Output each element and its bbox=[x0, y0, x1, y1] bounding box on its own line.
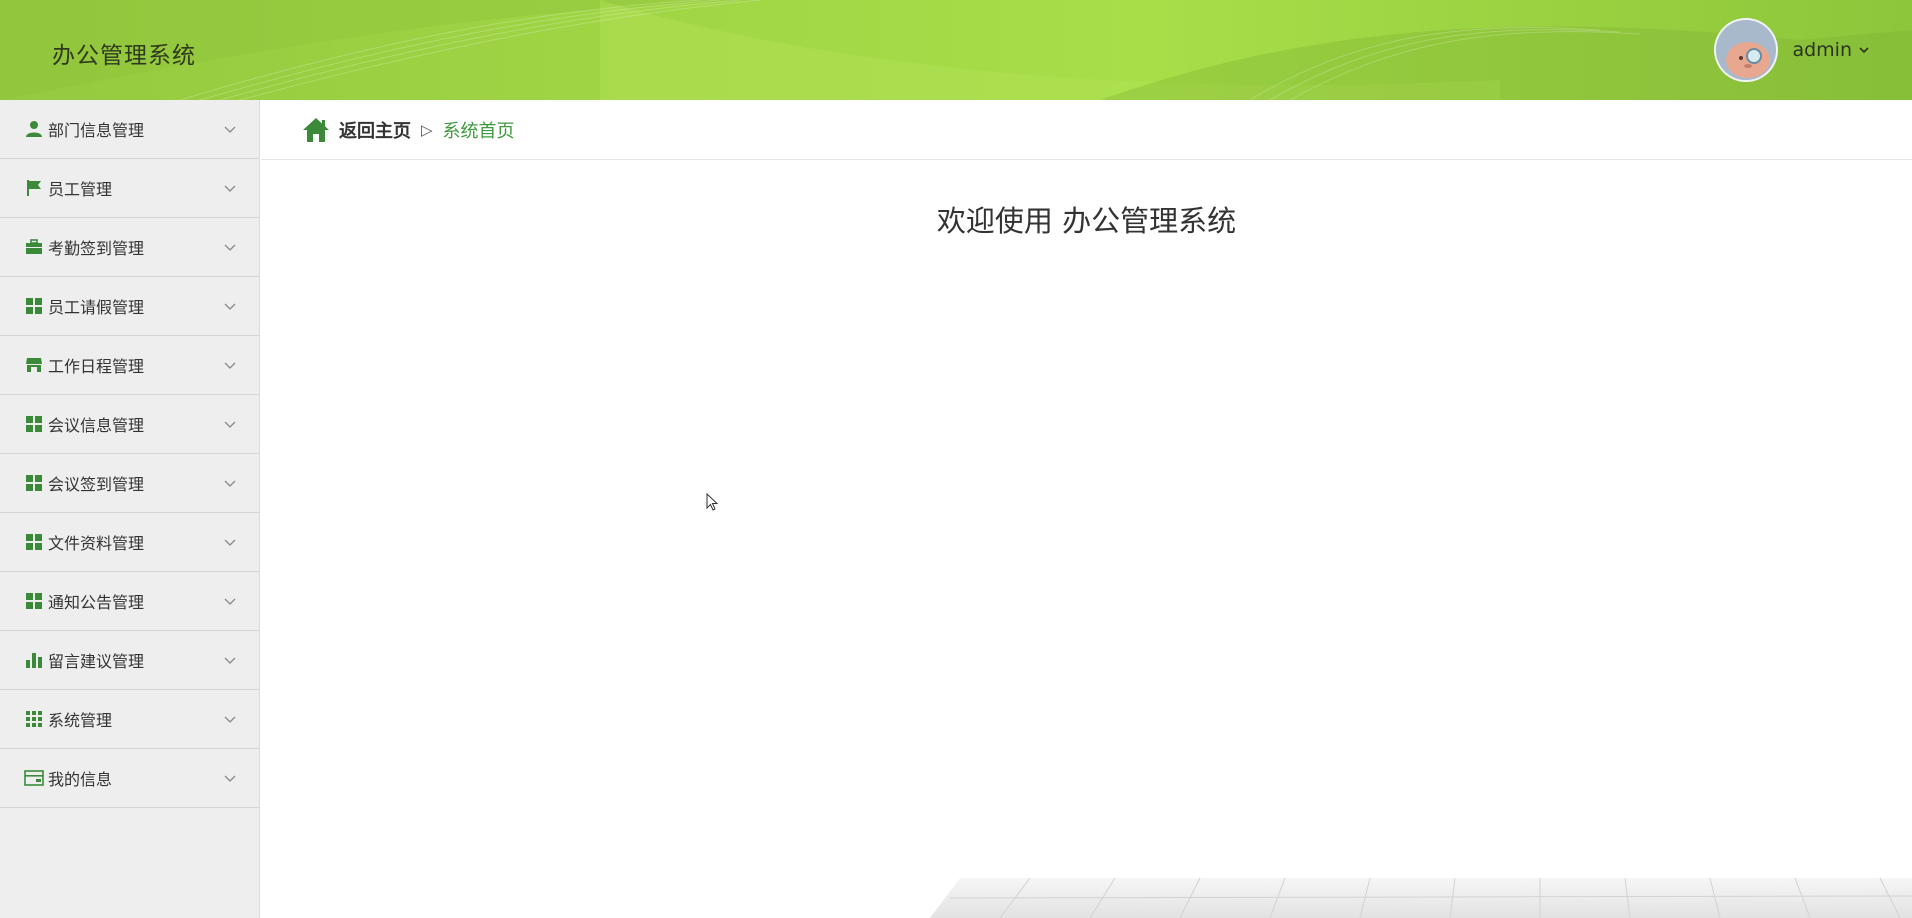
chevron-down-icon bbox=[224, 657, 236, 664]
mouse-cursor-icon bbox=[706, 493, 719, 511]
user-icon bbox=[24, 119, 44, 139]
sidebar-item-label: 我的信息 bbox=[48, 770, 113, 789]
chevron-down-icon bbox=[224, 185, 236, 192]
chevron-down-icon bbox=[224, 539, 236, 546]
sidebar-item-label: 员工请假管理 bbox=[48, 298, 145, 317]
apps-icon bbox=[24, 709, 44, 729]
breadcrumb-separator: ▷ bbox=[421, 120, 433, 139]
sidebar-item-label: 文件资料管理 bbox=[48, 534, 145, 553]
briefcase-icon bbox=[24, 237, 44, 257]
sidebar-item-my-info[interactable]: 我的信息 bbox=[0, 749, 259, 808]
welcome-heading: 欢迎使用 办公管理系统 bbox=[936, 204, 1237, 238]
grid-icon bbox=[24, 296, 44, 316]
chevron-down-icon bbox=[224, 303, 236, 310]
sidebar-menu: 部门信息管理 员工管理 考勤签到管理 员工请假管理 工作日程管理 会议信息管理 … bbox=[0, 100, 260, 918]
card-icon bbox=[24, 768, 44, 788]
chevron-down-icon bbox=[224, 775, 236, 782]
grid-icon bbox=[24, 414, 44, 434]
sidebar-item-feedback[interactable]: 留言建议管理 bbox=[0, 631, 259, 690]
sidebar-item-label: 会议信息管理 bbox=[48, 416, 145, 435]
chevron-down-icon bbox=[224, 480, 236, 487]
sidebar-item-label: 系统管理 bbox=[48, 711, 113, 730]
chevron-down-icon bbox=[224, 421, 236, 428]
username-dropdown[interactable]: admin bbox=[1792, 39, 1870, 61]
sidebar-item-attendance[interactable]: 考勤签到管理 bbox=[0, 218, 259, 277]
bar-chart-icon bbox=[24, 650, 44, 670]
shop-icon bbox=[24, 355, 44, 375]
sidebar-item-label: 工作日程管理 bbox=[48, 357, 145, 376]
home-icon[interactable] bbox=[301, 116, 331, 144]
sidebar-item-employee[interactable]: 员工管理 bbox=[0, 159, 259, 218]
sidebar-item-label: 会议签到管理 bbox=[48, 475, 145, 494]
sidebar-item-label: 留言建议管理 bbox=[48, 652, 145, 671]
decorative-floor-pattern bbox=[920, 878, 1912, 918]
sidebar-item-department[interactable]: 部门信息管理 bbox=[0, 100, 259, 159]
grid-icon bbox=[24, 591, 44, 611]
username-label: admin bbox=[1792, 39, 1852, 61]
sidebar-item-files[interactable]: 文件资料管理 bbox=[0, 513, 259, 572]
chevron-down-icon bbox=[224, 244, 236, 251]
avatar[interactable] bbox=[1714, 18, 1779, 82]
flag-icon bbox=[24, 178, 44, 198]
sidebar-item-system[interactable]: 系统管理 bbox=[0, 690, 259, 749]
sidebar-item-notices[interactable]: 通知公告管理 bbox=[0, 572, 259, 631]
sidebar-item-schedule[interactable]: 工作日程管理 bbox=[0, 336, 259, 395]
header-wave-background bbox=[0, 0, 1912, 100]
sidebar-item-label: 考勤签到管理 bbox=[48, 239, 145, 258]
grid-icon bbox=[24, 473, 44, 493]
user-menu[interactable]: admin bbox=[1714, 16, 1870, 84]
chevron-down-icon bbox=[1859, 47, 1869, 54]
chevron-down-icon bbox=[224, 126, 236, 133]
app-title: 办公管理系统 bbox=[52, 43, 196, 69]
breadcrumb: 返回主页 ▷ 系统首页 bbox=[261, 100, 1912, 160]
sidebar-item-label: 部门信息管理 bbox=[48, 121, 145, 140]
sidebar-item-meeting-info[interactable]: 会议信息管理 bbox=[0, 395, 259, 454]
grid-icon bbox=[24, 532, 44, 552]
breadcrumb-home-link[interactable]: 返回主页 bbox=[339, 117, 411, 143]
sidebar-item-meeting-signin[interactable]: 会议签到管理 bbox=[0, 454, 259, 513]
chevron-down-icon bbox=[224, 716, 236, 723]
chevron-down-icon bbox=[224, 362, 236, 369]
sidebar-item-leave[interactable]: 员工请假管理 bbox=[0, 277, 259, 336]
breadcrumb-current: 系统首页 bbox=[442, 120, 515, 142]
chevron-down-icon bbox=[224, 598, 236, 605]
top-header: 办公管理系统 admin bbox=[0, 0, 1912, 100]
sidebar-item-label: 员工管理 bbox=[48, 180, 113, 199]
sidebar-item-label: 通知公告管理 bbox=[48, 593, 145, 612]
